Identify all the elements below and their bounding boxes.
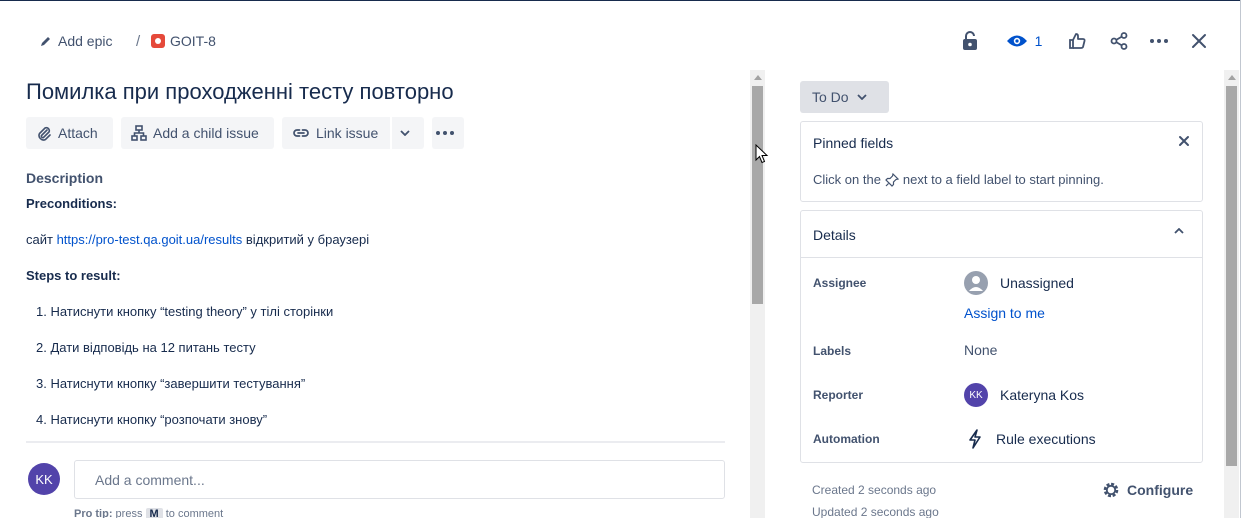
thumbs-up-icon [1069,33,1086,49]
pinned-message-after: next to a field label to start pinning. [902,172,1104,187]
close-icon [1192,34,1206,48]
lock-button[interactable] [957,27,983,55]
created-timestamp: Created 2 seconds ago [812,483,937,497]
watch-button[interactable]: 1 [1001,27,1047,55]
description-divider [26,441,725,443]
scroll-up-arrow[interactable] [1228,75,1236,80]
automation-value[interactable]: Rule executions [964,429,1096,449]
main-scrollbar[interactable] [750,70,765,518]
close-button[interactable] [1186,27,1212,55]
precondition-url-link[interactable]: https://pro-test.qa.goit.ua/results [57,232,243,247]
step-item: 1. Натиснути кнопку “testing theory” у т… [36,304,334,319]
precondition-prefix: сайт [26,232,57,247]
preconditions-heading: Preconditions: [26,196,118,211]
issue-title[interactable]: Помилка при проходженні тесту повторно [26,79,454,105]
link-issue-label: Link issue [316,125,379,141]
status-dropdown[interactable]: To Do [800,81,889,113]
protip-key: M [145,508,163,518]
link-issue-dropdown[interactable] [392,117,424,149]
pinned-fields-title: Pinned fields [813,135,894,151]
precondition-line: сайт https://pro-test.qa.goit.ua/results… [26,232,369,247]
step-item: 2. Дати відповідь на 12 питань тесту [36,340,256,355]
close-icon[interactable] [1178,135,1190,147]
details-header[interactable]: Details [801,211,1202,258]
breadcrumb-separator: / [136,32,141,50]
more-icon [436,131,454,135]
child-issue-icon [131,125,147,141]
automation-text: Rule executions [996,431,1096,447]
gear-icon [1103,482,1119,498]
more-toolbar-button[interactable] [432,117,464,149]
pinned-message-before: Click on the [813,172,881,187]
attach-button[interactable]: Attach [26,117,113,149]
chevron-down-icon [400,130,410,136]
add-epic-link[interactable]: Add epic [40,31,112,51]
step-item: 4. Натиснути кнопку “розпочати знову” [36,412,268,427]
scroll-up-arrow[interactable] [754,75,762,80]
reporter-value[interactable]: KK Kateryna Kos [964,383,1084,407]
unlock-icon [963,31,977,50]
details-title: Details [813,227,856,243]
reporter-avatar: KK [964,383,988,407]
add-epic-label: Add epic [58,33,113,49]
comment-input[interactable]: Add a comment... [74,460,725,499]
scrollbar-thumb[interactable] [1226,86,1237,466]
details-panel: Details Assignee Unassigned Assign to me… [800,210,1203,463]
assignee-value[interactable]: Unassigned [964,271,1074,295]
add-child-label: Add a child issue [153,125,259,141]
sidebar-scrollbar[interactable] [1224,70,1239,518]
share-button[interactable] [1106,27,1132,55]
protip-prefix: Pro tip: [74,508,113,518]
watch-count: 1 [1034,33,1043,49]
status-label: To Do [812,89,849,105]
assign-to-me-link[interactable]: Assign to me [964,305,1045,321]
updated-timestamp: Updated 2 seconds ago [812,505,939,518]
protip-suffix: to comment [162,508,224,518]
attach-label: Attach [58,125,98,141]
automation-label: Automation [813,432,880,446]
paperclip-icon [38,126,51,141]
link-icon [293,129,309,137]
pinned-fields-panel: Pinned fields Click on the next to a fie… [800,121,1203,202]
step-item: 3. Натиснути кнопку “завершити тестуванн… [36,376,306,391]
more-icon [1150,39,1168,43]
more-actions-button[interactable] [1146,27,1172,55]
share-icon [1110,32,1128,50]
labels-label: Labels [813,344,852,358]
bug-icon [151,34,165,48]
protip-press: press [112,508,146,518]
reporter-label: Reporter [813,388,864,402]
current-user-avatar: KK [28,463,60,495]
configure-button[interactable]: Configure [1101,480,1193,500]
add-child-issue-button[interactable]: Add a child issue [121,117,274,149]
labels-value[interactable]: None [964,342,997,358]
link-issue-button[interactable]: Link issue [282,117,390,149]
lightning-icon [969,429,981,449]
assignee-label: Assignee [813,276,867,290]
mouse-cursor-icon [755,144,769,164]
assignee-name: Unassigned [1000,275,1074,291]
issue-key: GOIT-8 [170,33,216,49]
issue-header: Add epic / GOIT-8 1 [0,0,1241,80]
pro-tip: Pro tip: press M to comment [74,508,223,518]
pinned-fields-message: Click on the next to a field label to st… [813,172,1104,187]
pin-icon [885,172,899,187]
chevron-up-icon [1174,228,1184,234]
like-button[interactable] [1064,27,1090,55]
scrollbar-thumb[interactable] [752,86,763,304]
issue-key-link[interactable]: GOIT-8 [151,31,216,51]
unassigned-avatar-icon [964,271,988,295]
reporter-name: Kateryna Kos [1000,387,1085,403]
steps-heading: Steps to result: [26,268,121,283]
configure-label: Configure [1127,482,1194,498]
eye-icon [1006,35,1027,47]
chevron-down-icon [856,94,867,100]
description-label: Description [26,170,104,186]
precondition-suffix: відкритий у браузері [242,232,370,247]
pencil-icon [41,37,50,46]
